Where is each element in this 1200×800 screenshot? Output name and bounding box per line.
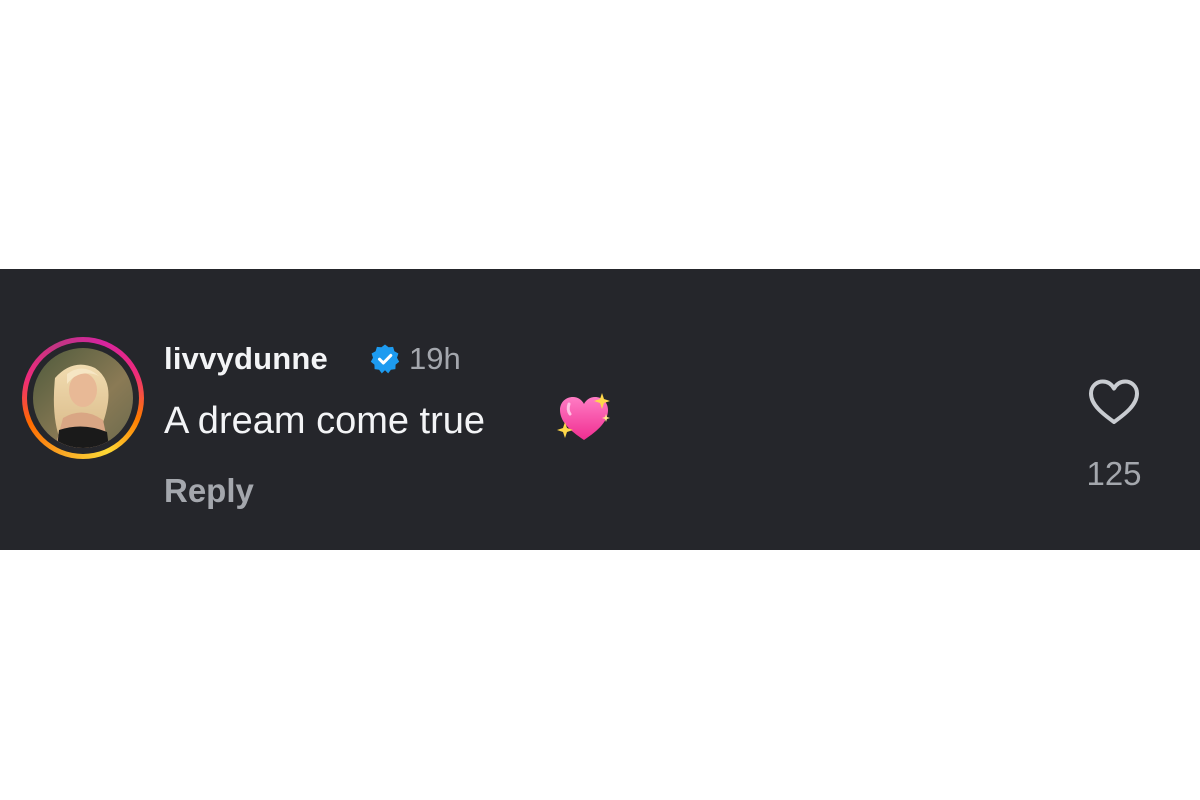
reply-button[interactable]: Reply bbox=[164, 472, 254, 510]
avatar[interactable] bbox=[33, 348, 133, 448]
verified-badge-icon bbox=[370, 344, 400, 374]
avatar-image bbox=[33, 348, 133, 448]
comment-text: A dream come true bbox=[164, 400, 486, 442]
sparkling-heart-emoji bbox=[557, 393, 610, 440]
comment-card: livvydunne 19h A dream come true Reply 1… bbox=[0, 269, 1200, 550]
avatar-gap bbox=[27, 342, 139, 454]
page: livvydunne 19h A dream come true Reply 1… bbox=[0, 0, 1200, 800]
like-count: 125 bbox=[1086, 455, 1142, 492]
timestamp: 19h bbox=[409, 341, 461, 376]
heart-outline-icon[interactable] bbox=[1087, 377, 1141, 427]
username[interactable]: livvydunne bbox=[164, 341, 328, 377]
story-ring[interactable] bbox=[22, 337, 144, 459]
